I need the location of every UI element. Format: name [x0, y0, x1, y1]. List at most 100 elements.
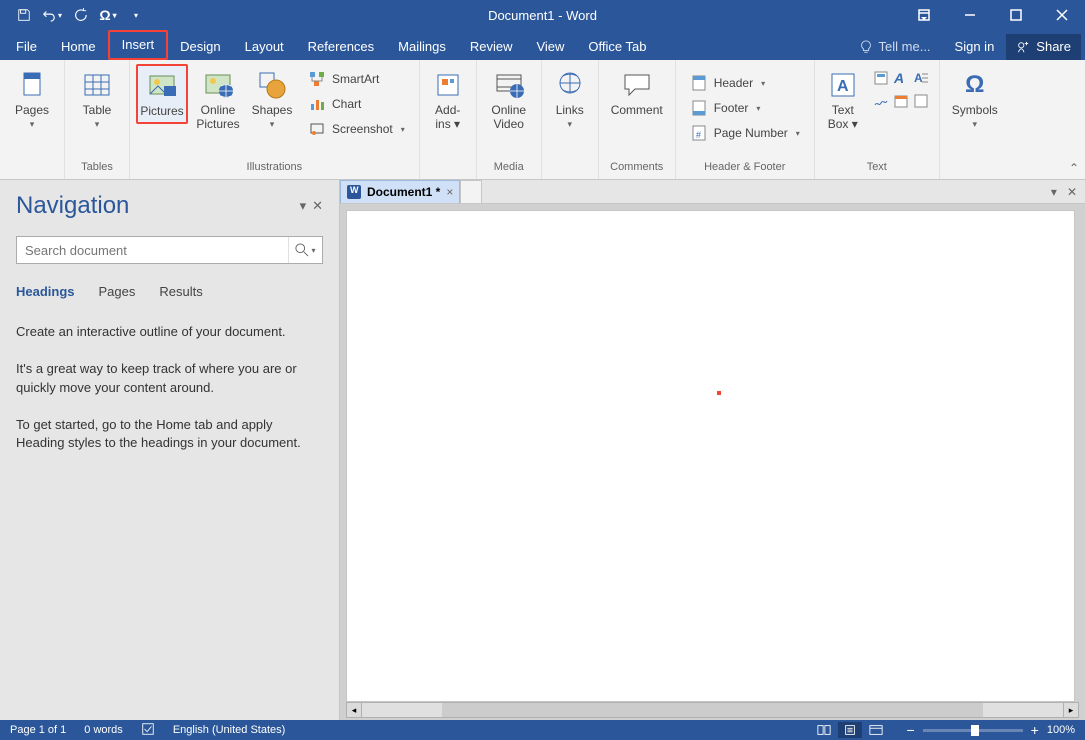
online-video-button[interactable]: OnlineVideo	[483, 64, 535, 136]
links-button[interactable]: Links ▾	[548, 64, 592, 135]
signature-line-icon[interactable]	[873, 93, 889, 112]
text-cursor	[717, 391, 721, 395]
ribbon-group-illustrations: Pictures OnlinePictures Shapes ▾ SmartAr…	[130, 60, 420, 179]
new-tab-button[interactable]	[460, 180, 482, 203]
group-label-tables: Tables	[65, 161, 129, 179]
doc-menu-icon[interactable]: ▾	[1051, 185, 1057, 199]
comment-button[interactable]: Comment	[605, 64, 669, 122]
scroll-thumb[interactable]	[442, 703, 983, 717]
document-page[interactable]	[346, 210, 1075, 702]
nav-tab-results[interactable]: Results	[159, 284, 202, 303]
addins-button[interactable]: Add-ins ▾	[426, 64, 470, 136]
navigation-pane: Navigation ▾ ✕ ▾ Headings Pages Results …	[0, 180, 340, 720]
zoom-knob[interactable]	[971, 725, 979, 736]
nav-options-icon[interactable]: ▾	[300, 198, 307, 214]
ribbon-display-options-icon[interactable]	[901, 0, 947, 30]
zoom-in-button[interactable]: +	[1031, 722, 1039, 738]
shapes-button[interactable]: Shapes ▾	[248, 64, 296, 135]
search-input[interactable]	[17, 243, 288, 258]
search-box[interactable]: ▾	[16, 236, 323, 264]
ribbon-group-addins: Add-ins ▾	[420, 60, 477, 179]
drop-cap-icon[interactable]: A	[913, 70, 929, 89]
table-button[interactable]: Table ▾	[71, 64, 123, 135]
status-language[interactable]: English (United States)	[173, 724, 286, 736]
symbol-omega-icon[interactable]: Ω▾	[96, 3, 120, 27]
zoom-out-button[interactable]: −	[906, 722, 914, 738]
nav-tab-pages[interactable]: Pages	[99, 284, 136, 303]
object-icon[interactable]	[913, 93, 929, 112]
read-mode-icon[interactable]	[812, 722, 836, 738]
title-bar: ▾ Ω▾ ▾ Document1 - Word	[0, 0, 1085, 30]
symbols-button[interactable]: Ω Symbols ▾	[946, 64, 1004, 135]
share-icon	[1016, 40, 1030, 54]
search-icon[interactable]: ▾	[288, 237, 322, 263]
group-label-text: Text	[815, 161, 939, 179]
tab-references[interactable]: References	[296, 34, 386, 60]
nav-tab-headings[interactable]: Headings	[16, 284, 75, 303]
tab-mailings[interactable]: Mailings	[386, 34, 458, 60]
scroll-right-icon[interactable]: ▸	[1063, 702, 1079, 718]
tab-home[interactable]: Home	[49, 34, 108, 60]
print-layout-icon[interactable]	[838, 722, 862, 738]
sign-in-button[interactable]: Sign in	[943, 34, 1007, 60]
header-button[interactable]: Header▾	[686, 72, 804, 94]
redo-icon[interactable]	[68, 3, 92, 27]
smartart-icon	[308, 70, 326, 88]
status-page[interactable]: Page 1 of 1	[10, 724, 66, 736]
header-icon	[690, 74, 708, 92]
chart-icon	[308, 95, 326, 113]
collapse-ribbon-icon[interactable]: ⌃	[1069, 161, 1079, 175]
text-box-button[interactable]: A TextBox ▾	[821, 64, 865, 136]
proofing-icon[interactable]	[141, 722, 155, 739]
web-layout-icon[interactable]	[864, 722, 888, 738]
tell-me-search[interactable]: Tell me...	[847, 34, 943, 60]
horizontal-scrollbar[interactable]: ◂ ▸	[340, 702, 1085, 720]
chart-button[interactable]: Chart	[304, 93, 409, 115]
ribbon-group-tables: Table ▾ Tables	[65, 60, 130, 179]
quick-parts-icon[interactable]	[873, 70, 889, 89]
status-word-count[interactable]: 0 words	[84, 724, 123, 736]
pictures-icon	[146, 70, 178, 102]
zoom-slider[interactable]	[923, 729, 1023, 732]
undo-icon[interactable]: ▾	[40, 3, 64, 27]
share-label: Share	[1036, 39, 1071, 54]
close-button[interactable]	[1039, 0, 1085, 30]
tab-layout[interactable]: Layout	[233, 34, 296, 60]
tab-view[interactable]: View	[524, 34, 576, 60]
wordart-icon[interactable]: A	[893, 70, 909, 89]
page-number-button[interactable]: # Page Number▾	[686, 122, 804, 144]
nav-body-text: Create an interactive outline of your do…	[16, 323, 323, 471]
ribbon-tabs: File Home Insert Design Layout Reference…	[0, 30, 1085, 60]
save-icon[interactable]	[12, 3, 36, 27]
smartart-button[interactable]: SmartArt	[304, 68, 409, 90]
tab-file[interactable]: File	[4, 34, 49, 60]
footer-button[interactable]: Footer▾	[686, 97, 804, 119]
minimize-button[interactable]	[947, 0, 993, 30]
screenshot-button[interactable]: Screenshot▾	[304, 118, 409, 140]
close-tab-icon[interactable]: ×	[446, 185, 453, 199]
customize-qat-icon[interactable]: ▾	[124, 3, 148, 27]
online-video-icon	[493, 69, 525, 101]
online-pictures-button[interactable]: OnlinePictures	[192, 64, 244, 136]
nav-close-icon[interactable]: ✕	[312, 198, 323, 214]
svg-text:A: A	[893, 70, 904, 86]
pictures-button[interactable]: Pictures	[136, 64, 188, 124]
footer-icon	[690, 99, 708, 117]
tab-review[interactable]: Review	[458, 34, 525, 60]
share-button[interactable]: Share	[1006, 34, 1081, 60]
scroll-left-icon[interactable]: ◂	[346, 702, 362, 718]
doc-close-icon[interactable]: ✕	[1067, 185, 1077, 199]
tab-design[interactable]: Design	[168, 34, 232, 60]
tab-office-tab[interactable]: Office Tab	[576, 34, 658, 60]
ribbon-group-media: OnlineVideo Media	[477, 60, 542, 179]
document-tab[interactable]: Document1 * ×	[340, 180, 460, 203]
scroll-track[interactable]	[361, 702, 1064, 718]
date-time-icon[interactable]	[893, 93, 909, 112]
svg-text:A: A	[914, 71, 923, 85]
tab-insert[interactable]: Insert	[108, 30, 169, 60]
window-buttons	[901, 0, 1085, 30]
zoom-level[interactable]: 100%	[1047, 724, 1075, 736]
status-bar: Page 1 of 1 0 words English (United Stat…	[0, 720, 1085, 740]
pages-button[interactable]: Pages ▾	[6, 64, 58, 135]
maximize-button[interactable]	[993, 0, 1039, 30]
